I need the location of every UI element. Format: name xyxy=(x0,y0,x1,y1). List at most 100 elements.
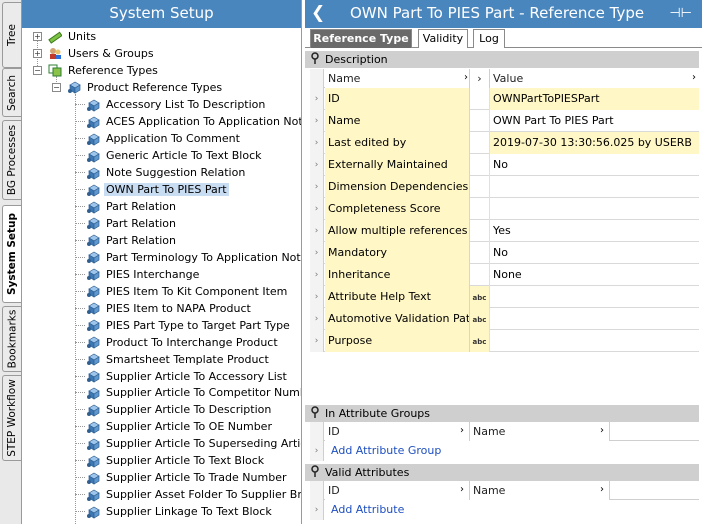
field-value[interactable] xyxy=(490,176,699,198)
row-marker[interactable]: › xyxy=(310,286,324,308)
column-name-header[interactable]: Name xyxy=(470,422,610,441)
pin-section-icon[interactable] xyxy=(310,51,320,70)
tree-item[interactable]: Supplier Article To Accessory List xyxy=(86,368,289,385)
tree-item[interactable]: Note Suggestion Relation xyxy=(86,164,247,181)
tree-item[interactable]: Generic Article To Text Block xyxy=(86,147,264,164)
tree-item[interactable]: PIES Item To Kit Component Item xyxy=(86,283,289,300)
description-row[interactable]: › Last edited by 2019-07-30 13:30:56.025 b… xyxy=(310,132,699,154)
tree-item[interactable]: Supplier Linkage To Text Block xyxy=(86,503,274,520)
reference-type-icon xyxy=(86,133,100,146)
tree-item[interactable]: Supplier Article To Trade Number xyxy=(86,469,288,486)
column-name-header[interactable]: Name xyxy=(470,481,610,500)
row-marker[interactable]: › xyxy=(310,132,324,154)
column-id-header[interactable]: ID xyxy=(325,481,470,500)
description-row[interactable]: › Mandatory No xyxy=(310,242,699,264)
tree-node[interactable]: Users & Groups xyxy=(48,45,156,62)
field-value[interactable] xyxy=(490,330,699,352)
back-arrow-icon[interactable]: ❮ xyxy=(311,0,325,27)
field-value[interactable]: No xyxy=(490,242,699,264)
expand-toggle[interactable]: − xyxy=(33,65,42,75)
tree-item[interactable]: Part Relation xyxy=(86,215,178,232)
row-marker[interactable]: › xyxy=(310,198,324,220)
row-marker[interactable]: › xyxy=(310,220,324,242)
tab-validity[interactable]: Validity xyxy=(418,29,468,48)
side-tab-label: Bookmarks xyxy=(6,309,19,369)
column-id-header[interactable]: ID xyxy=(325,422,470,441)
field-value[interactable] xyxy=(490,286,699,308)
tree-item[interactable]: Part Relation xyxy=(86,198,178,215)
description-row[interactable]: › Allow multiple references Yes xyxy=(310,220,699,242)
side-tab-tree[interactable]: Tree xyxy=(2,2,21,68)
field-value[interactable]: 2019-07-30 13:30:56.025 by USERB xyxy=(490,132,699,154)
tree-item[interactable]: Part Relation xyxy=(86,232,178,249)
field-value[interactable]: No xyxy=(490,154,699,176)
column-value-header[interactable]: Value xyxy=(490,69,699,88)
tree-node[interactable]: Reference Types xyxy=(48,62,160,79)
description-row[interactable]: › Dimension Dependencies xyxy=(310,176,699,198)
row-marker[interactable]: › xyxy=(310,308,324,330)
side-tab-bg-processes[interactable]: BG Processes xyxy=(2,120,21,200)
tree-item[interactable]: Accessory List To Description xyxy=(86,96,267,113)
tree-item[interactable]: OWN Part To PIES Part xyxy=(86,181,229,198)
add-link[interactable]: Add Attribute xyxy=(328,500,404,520)
description-row[interactable]: › Completeness Score xyxy=(310,198,699,220)
tree-node[interactable]: Product Reference Types xyxy=(67,79,224,96)
tree-item[interactable]: Part Terminology To Application Note xyxy=(86,249,301,266)
attribute-groups-section-header[interactable]: In Attribute Groups xyxy=(305,405,699,422)
column-name-header[interactable]: Name xyxy=(325,69,470,88)
side-tab-system-setup[interactable]: System Setup xyxy=(2,205,21,303)
tree-node[interactable]: Units xyxy=(48,28,98,45)
pin-icon[interactable]: ⊣⊢ xyxy=(669,0,692,27)
expand-toggle[interactable]: + xyxy=(33,32,42,41)
side-tab-search[interactable]: Search xyxy=(2,68,21,117)
add-link[interactable]: Add Attribute Group xyxy=(328,441,441,461)
field-value[interactable]: OWN Part To PIES Part xyxy=(490,110,699,132)
side-tab-step-workflow[interactable]: STEP Workflow xyxy=(2,375,21,461)
tree-item-label: Supplier Article To OE Number xyxy=(106,420,272,434)
description-row[interactable]: › Inheritance None xyxy=(310,264,699,286)
tree-item[interactable]: PIES Item to NAPA Product xyxy=(86,300,253,317)
tree-item[interactable]: Product To Interchange Product xyxy=(86,334,280,351)
description-row[interactable]: › Automotive Validation Path abc xyxy=(310,308,699,330)
field-value[interactable]: Yes xyxy=(490,220,699,242)
row-marker[interactable]: › xyxy=(310,242,324,264)
row-marker[interactable]: › xyxy=(310,154,324,176)
row-marker[interactable]: › xyxy=(310,110,324,132)
expand-toggle[interactable]: + xyxy=(33,48,42,58)
tab-reference-type[interactable]: Reference Type xyxy=(310,29,412,48)
row-marker[interactable]: › xyxy=(310,88,324,110)
tree-item[interactable]: ACES Application To Application Note xyxy=(86,113,301,130)
editor-tabs: Reference Type Validity Log xyxy=(305,28,702,48)
row-marker[interactable]: › xyxy=(310,176,324,198)
description-section-header[interactable]: Description xyxy=(305,51,699,68)
tree-item[interactable]: PIES Interchange xyxy=(86,266,201,283)
field-value[interactable]: None xyxy=(490,264,699,286)
description-row[interactable]: › Purpose abc xyxy=(310,330,699,352)
tree-item[interactable]: Supplier Asset Folder To Supplier Brand xyxy=(86,486,301,503)
description-row[interactable]: › Externally Maintained No xyxy=(310,154,699,176)
tree-item[interactable]: Supplier Article To Superseding Article xyxy=(86,435,301,452)
field-type xyxy=(470,220,490,242)
description-row[interactable]: › ID OWNPartToPIESPart xyxy=(310,88,699,110)
expand-toggle[interactable]: − xyxy=(52,82,61,92)
field-value[interactable]: OWNPartToPIESPart xyxy=(490,88,699,110)
tree-item[interactable]: PIES Part Type to Target Part Type xyxy=(86,317,292,334)
description-row[interactable]: › Attribute Help Text abc xyxy=(310,286,699,308)
field-value[interactable] xyxy=(490,198,699,220)
tree-item[interactable]: Smartsheet Template Product xyxy=(86,351,271,368)
tree-item-label: Application To Comment xyxy=(106,132,240,146)
description-row[interactable]: › Name OWN Part To PIES Part xyxy=(310,110,699,132)
side-tab-bookmarks[interactable]: Bookmarks xyxy=(2,306,21,372)
tree-item[interactable]: Supplier Article To Text Block xyxy=(86,452,266,469)
tree-item[interactable]: Supplier Article To Description xyxy=(86,401,273,418)
tree-item[interactable]: Supplier Article To OE Number xyxy=(86,418,274,435)
column-arrow[interactable]: › xyxy=(470,69,490,88)
valid-attributes-section-header[interactable]: Valid Attributes xyxy=(305,464,699,481)
field-value[interactable] xyxy=(490,308,699,330)
reference-types-icon xyxy=(48,64,62,77)
tree-item[interactable]: Supplier Article To Competitor Number xyxy=(86,384,301,401)
row-marker[interactable]: › xyxy=(310,264,324,286)
row-marker[interactable]: › xyxy=(310,330,324,352)
tab-log[interactable]: Log xyxy=(473,29,505,48)
tree-item[interactable]: Application To Comment xyxy=(86,130,242,147)
